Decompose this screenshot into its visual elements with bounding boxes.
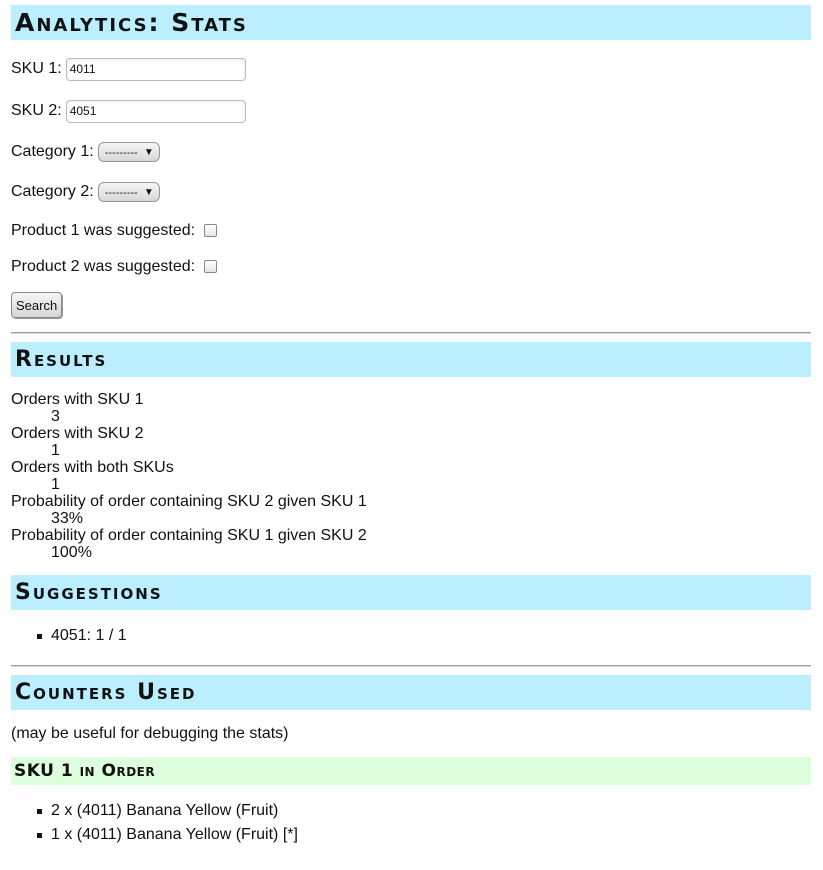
result-value: 3 [51,408,60,425]
page-title: Analytics: Stats [11,5,811,40]
category1-select[interactable]: --------- ▼ [97,142,160,162]
sku1-in-order-list: 2 x (4011) Banana Yellow (Fruit) 1 x (40… [11,799,811,847]
product2-suggested-label: Product 2 was suggested: [11,258,196,275]
product1-suggested-checkbox[interactable] [204,223,218,237]
category2-row: Category 2: --------- ▼ [11,178,811,206]
result-label: Probability of order containing SKU 2 gi… [11,493,367,510]
category1-selected-value: --------- [104,147,138,159]
results-list: Orders with SKU 1 3 Orders with SKU 2 1 … [11,391,811,561]
result-value: 1 [51,442,60,459]
stats-search-form: SKU 1: SKU 2: Category 1: --------- ▼ Ca… [11,40,811,319]
suggestions-list: 4051: 1 / 1 [11,624,811,648]
sku1-label: SKU 1: [11,60,62,77]
sku2-label: SKU 2: [11,102,62,119]
result-label: Orders with SKU 1 [11,391,144,408]
category2-selected-value: --------- [104,187,138,199]
dropdown-arrow-icon: ▼ [143,147,154,158]
counters-heading: Counters Used [11,675,811,710]
search-row: Search [11,291,811,319]
suggestions-heading: Suggestions [11,575,811,610]
list-item: 2 x (4011) Banana Yellow (Fruit) [37,799,811,823]
product1-suggested-label: Product 1 was suggested: [11,222,196,239]
product2-suggested-checkbox[interactable] [204,259,218,273]
category1-row: Category 1: --------- ▼ [11,138,811,166]
result-value: 1 [51,476,60,493]
result-label: Orders with SKU 2 [11,425,144,442]
list-item: 1 x (4011) Banana Yellow (Fruit) [*] [37,823,811,847]
sku1-in-order-heading: SKU 1 in Order [11,757,811,785]
result-value: 100% [51,544,92,561]
sku2-row: SKU 2: [11,97,811,125]
search-button[interactable]: Search [11,292,63,318]
product1-suggested-row: Product 1 was suggested: [11,217,811,245]
sku1-row: SKU 1: [11,55,811,83]
dropdown-arrow-icon: ▼ [143,187,154,198]
result-value: 33% [51,510,84,527]
category1-label: Category 1: [11,143,94,160]
counters-note: (may be useful for debugging the stats) [11,725,289,742]
sku2-input[interactable] [65,99,246,123]
results-heading: Results [11,342,811,377]
category2-label: Category 2: [11,183,94,200]
list-item: 4051: 1 / 1 [37,624,811,648]
product2-suggested-row: Product 2 was suggested: [11,253,811,281]
sku1-input[interactable] [65,57,246,81]
result-label: Orders with both SKUs [11,459,174,476]
category2-select[interactable]: --------- ▼ [97,182,160,202]
result-label: Probability of order containing SKU 1 gi… [11,527,367,544]
page-content: Analytics: Stats SKU 1: SKU 2: Category … [11,5,811,847]
